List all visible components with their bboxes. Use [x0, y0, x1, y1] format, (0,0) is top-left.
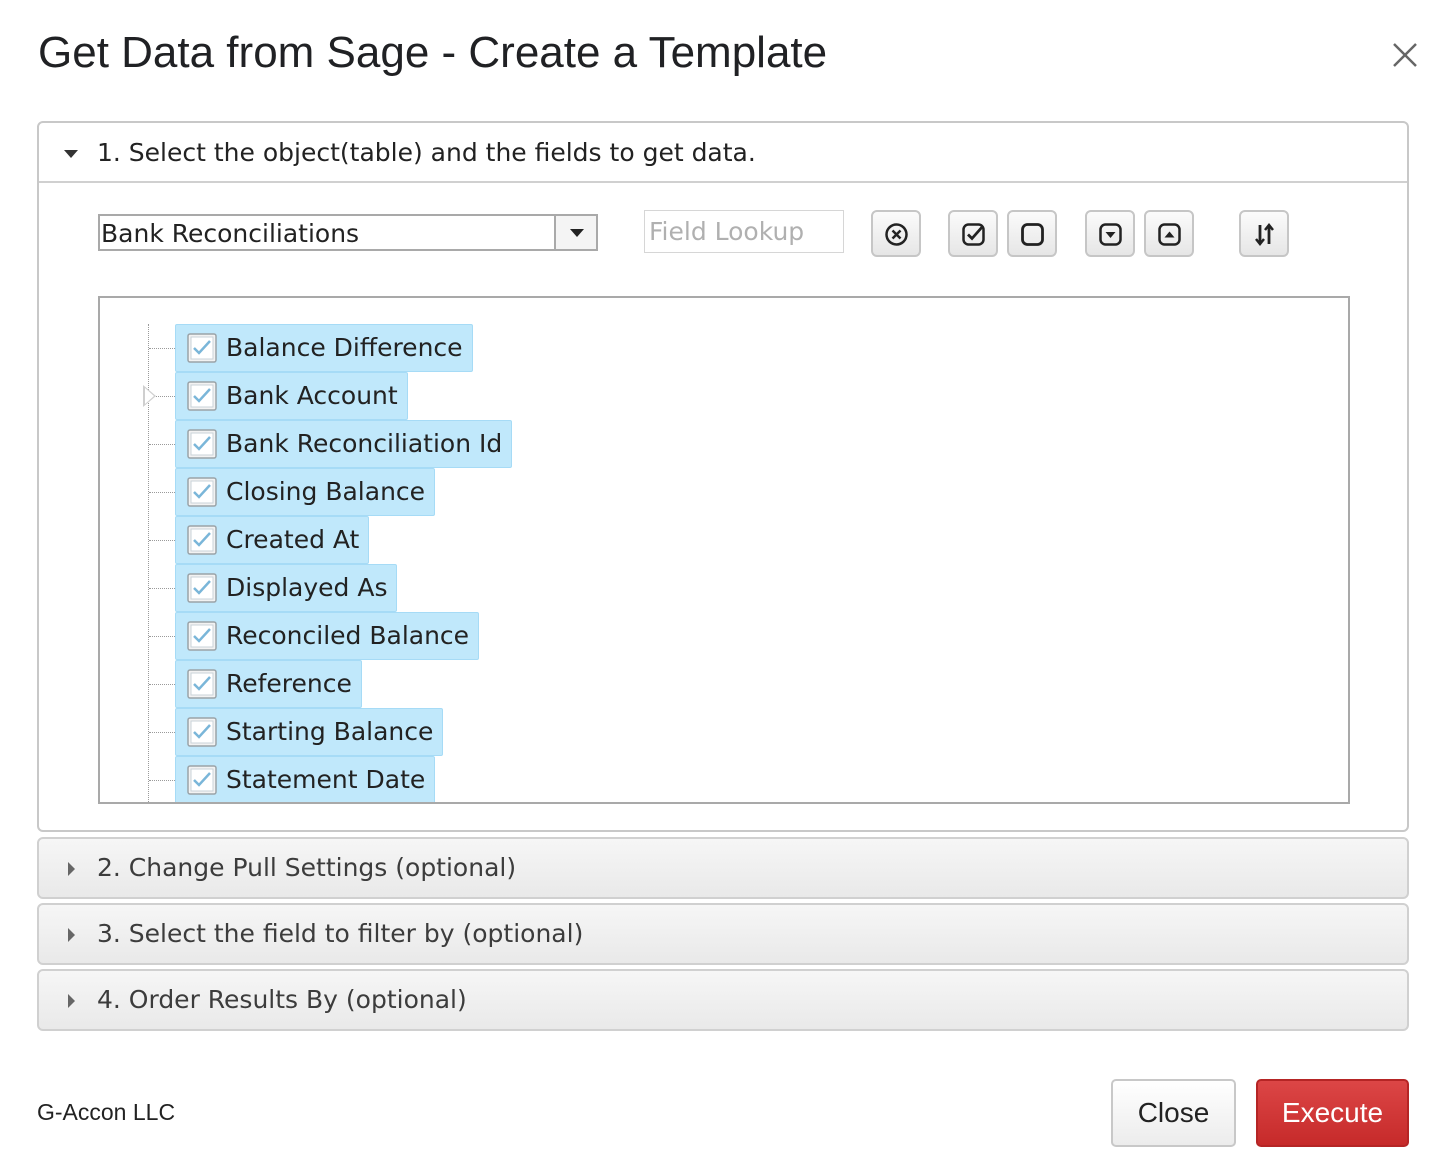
expand-node-icon[interactable] [143, 385, 156, 407]
checkbox-checked-icon[interactable] [186, 332, 218, 364]
section-4-header[interactable]: 4. Order Results By (optional) [37, 969, 1409, 1031]
section-1-header[interactable]: 1. Select the object(table) and the fiel… [39, 123, 1407, 183]
tree-item: Closing Balance [100, 468, 1348, 516]
tree-connector [149, 588, 175, 589]
tree-connector [149, 444, 175, 445]
section-3-label: 3. Select the field to filter by (option… [97, 919, 584, 948]
field-node[interactable]: Statement Date [175, 756, 436, 802]
check-all-button[interactable] [948, 210, 998, 257]
field-label: Reference [226, 669, 352, 698]
dropdown-arrow-icon[interactable] [554, 216, 596, 249]
tree-connector [149, 348, 175, 349]
tree-connector [149, 636, 175, 637]
tree-item: Displayed As [100, 564, 1348, 612]
checkbox-checked-icon[interactable] [186, 668, 218, 700]
checkbox-checked-icon[interactable] [186, 476, 218, 508]
field-node[interactable]: Bank Reconciliation Id [175, 420, 513, 468]
clear-circle-x-icon [885, 223, 908, 246]
section-1-panel: 1. Select the object(table) and the fiel… [37, 121, 1409, 832]
field-node[interactable]: Created At [175, 516, 370, 564]
checkbox-checked-icon[interactable] [186, 572, 218, 604]
tree-item: Balance Difference [100, 324, 1348, 372]
tree-connector [149, 732, 175, 733]
field-tree[interactable]: Balance Difference Bank Account Bank Recon… [98, 296, 1350, 804]
uncheck-all-button[interactable] [1007, 210, 1057, 257]
field-label: Bank Account [226, 381, 398, 410]
field-label: Balance Difference [226, 333, 463, 362]
field-lookup-input[interactable] [644, 210, 844, 253]
close-x-icon[interactable] [1388, 38, 1422, 72]
expand-triangle-icon [68, 862, 75, 876]
uncheck-all-icon [1021, 223, 1044, 246]
checkbox-checked-icon[interactable] [186, 428, 218, 460]
field-label: Bank Reconciliation Id [226, 429, 503, 458]
field-node[interactable]: Closing Balance [175, 468, 436, 516]
field-node[interactable]: Displayed As [175, 564, 398, 612]
collapse-all-button[interactable] [1144, 210, 1194, 257]
expand-all-button[interactable] [1085, 210, 1135, 257]
field-node[interactable]: Bank Account [175, 372, 408, 420]
section-3-header[interactable]: 3. Select the field to filter by (option… [37, 903, 1409, 965]
tree-item: Bank Account [100, 372, 1348, 420]
section-2-header[interactable]: 2. Change Pull Settings (optional) [37, 837, 1409, 899]
tree-connector [149, 540, 175, 541]
checkbox-checked-icon[interactable] [186, 716, 218, 748]
field-label: Starting Balance [226, 717, 434, 746]
tree-item: Statement Date [100, 756, 1348, 802]
field-node[interactable]: Starting Balance [175, 708, 444, 756]
brand-label: G-Accon LLC [37, 1099, 176, 1125]
expand-triangle-icon [68, 928, 75, 942]
tree-item: Bank Reconciliation Id [100, 420, 1348, 468]
close-button[interactable]: Close [1111, 1079, 1236, 1147]
section-4-label: 4. Order Results By (optional) [97, 985, 467, 1014]
collapse-triangle-icon [64, 150, 78, 158]
object-select[interactable]: Bank Reconciliations [98, 214, 598, 251]
sort-icon [1255, 222, 1274, 247]
field-label: Reconciled Balance [226, 621, 470, 650]
field-label: Created At [226, 525, 360, 554]
clear-lookup-button[interactable] [871, 210, 921, 257]
dialog-title: Get Data from Sage - Create a Template [38, 28, 828, 77]
tree-item: Reference [100, 660, 1348, 708]
checkbox-checked-icon[interactable] [186, 620, 218, 652]
get-data-dialog: Get Data from Sage - Create a Template 1… [0, 0, 1434, 1158]
section-1-label: 1. Select the object(table) and the fiel… [97, 138, 756, 167]
checkbox-checked-icon[interactable] [186, 380, 218, 412]
sort-button[interactable] [1239, 210, 1289, 257]
section-2-label: 2. Change Pull Settings (optional) [97, 853, 517, 882]
expand-all-icon [1099, 223, 1122, 246]
tree-item: Starting Balance [100, 708, 1348, 756]
field-node[interactable]: Reference [175, 660, 362, 708]
tree-connector [149, 684, 175, 685]
collapse-all-icon [1158, 223, 1181, 246]
object-select-value: Bank Reconciliations [101, 219, 360, 248]
checkbox-checked-icon[interactable] [186, 524, 218, 556]
tree-connector [149, 780, 175, 781]
checkbox-checked-icon[interactable] [186, 764, 218, 796]
field-label: Statement Date [226, 765, 426, 794]
execute-button[interactable]: Execute [1256, 1079, 1409, 1147]
field-node[interactable]: Balance Difference [175, 324, 473, 372]
check-all-icon [962, 223, 985, 246]
tree-item: Reconciled Balance [100, 612, 1348, 660]
expand-triangle-icon [68, 994, 75, 1008]
field-label: Closing Balance [226, 477, 426, 506]
tree-item: Created At [100, 516, 1348, 564]
field-node[interactable]: Reconciled Balance [175, 612, 480, 660]
tree-connector [149, 492, 175, 493]
field-label: Displayed As [226, 573, 388, 602]
